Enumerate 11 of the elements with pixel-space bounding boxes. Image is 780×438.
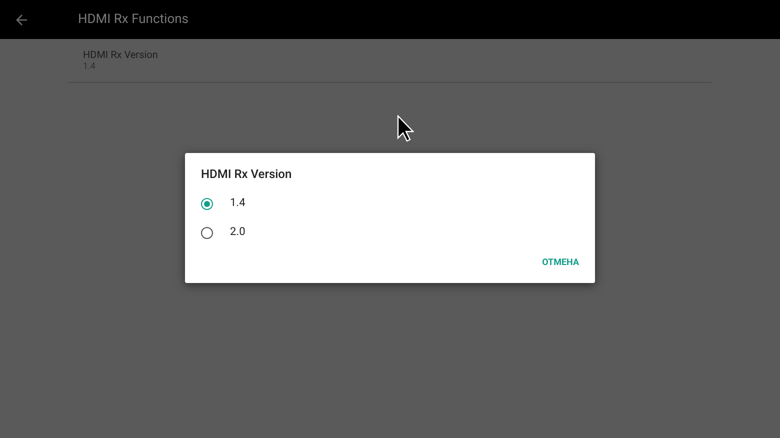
mouse-pointer-icon [397,115,414,142]
radio-button[interactable] [201,198,213,210]
radio-option[interactable]: 2.0 [185,218,595,247]
screen-title: HDMI Rx Functions [78,10,189,29]
option-label: 2.0 [230,224,246,240]
setting-title: HDMI Rx Version [83,49,159,62]
back-icon[interactable] [16,14,28,26]
option-label: 1.4 [230,195,246,212]
dialog-title: HDMI Rx Version [200,166,293,183]
radio-option[interactable]: 1.4 [185,189,595,218]
radio-button[interactable] [201,226,213,238]
